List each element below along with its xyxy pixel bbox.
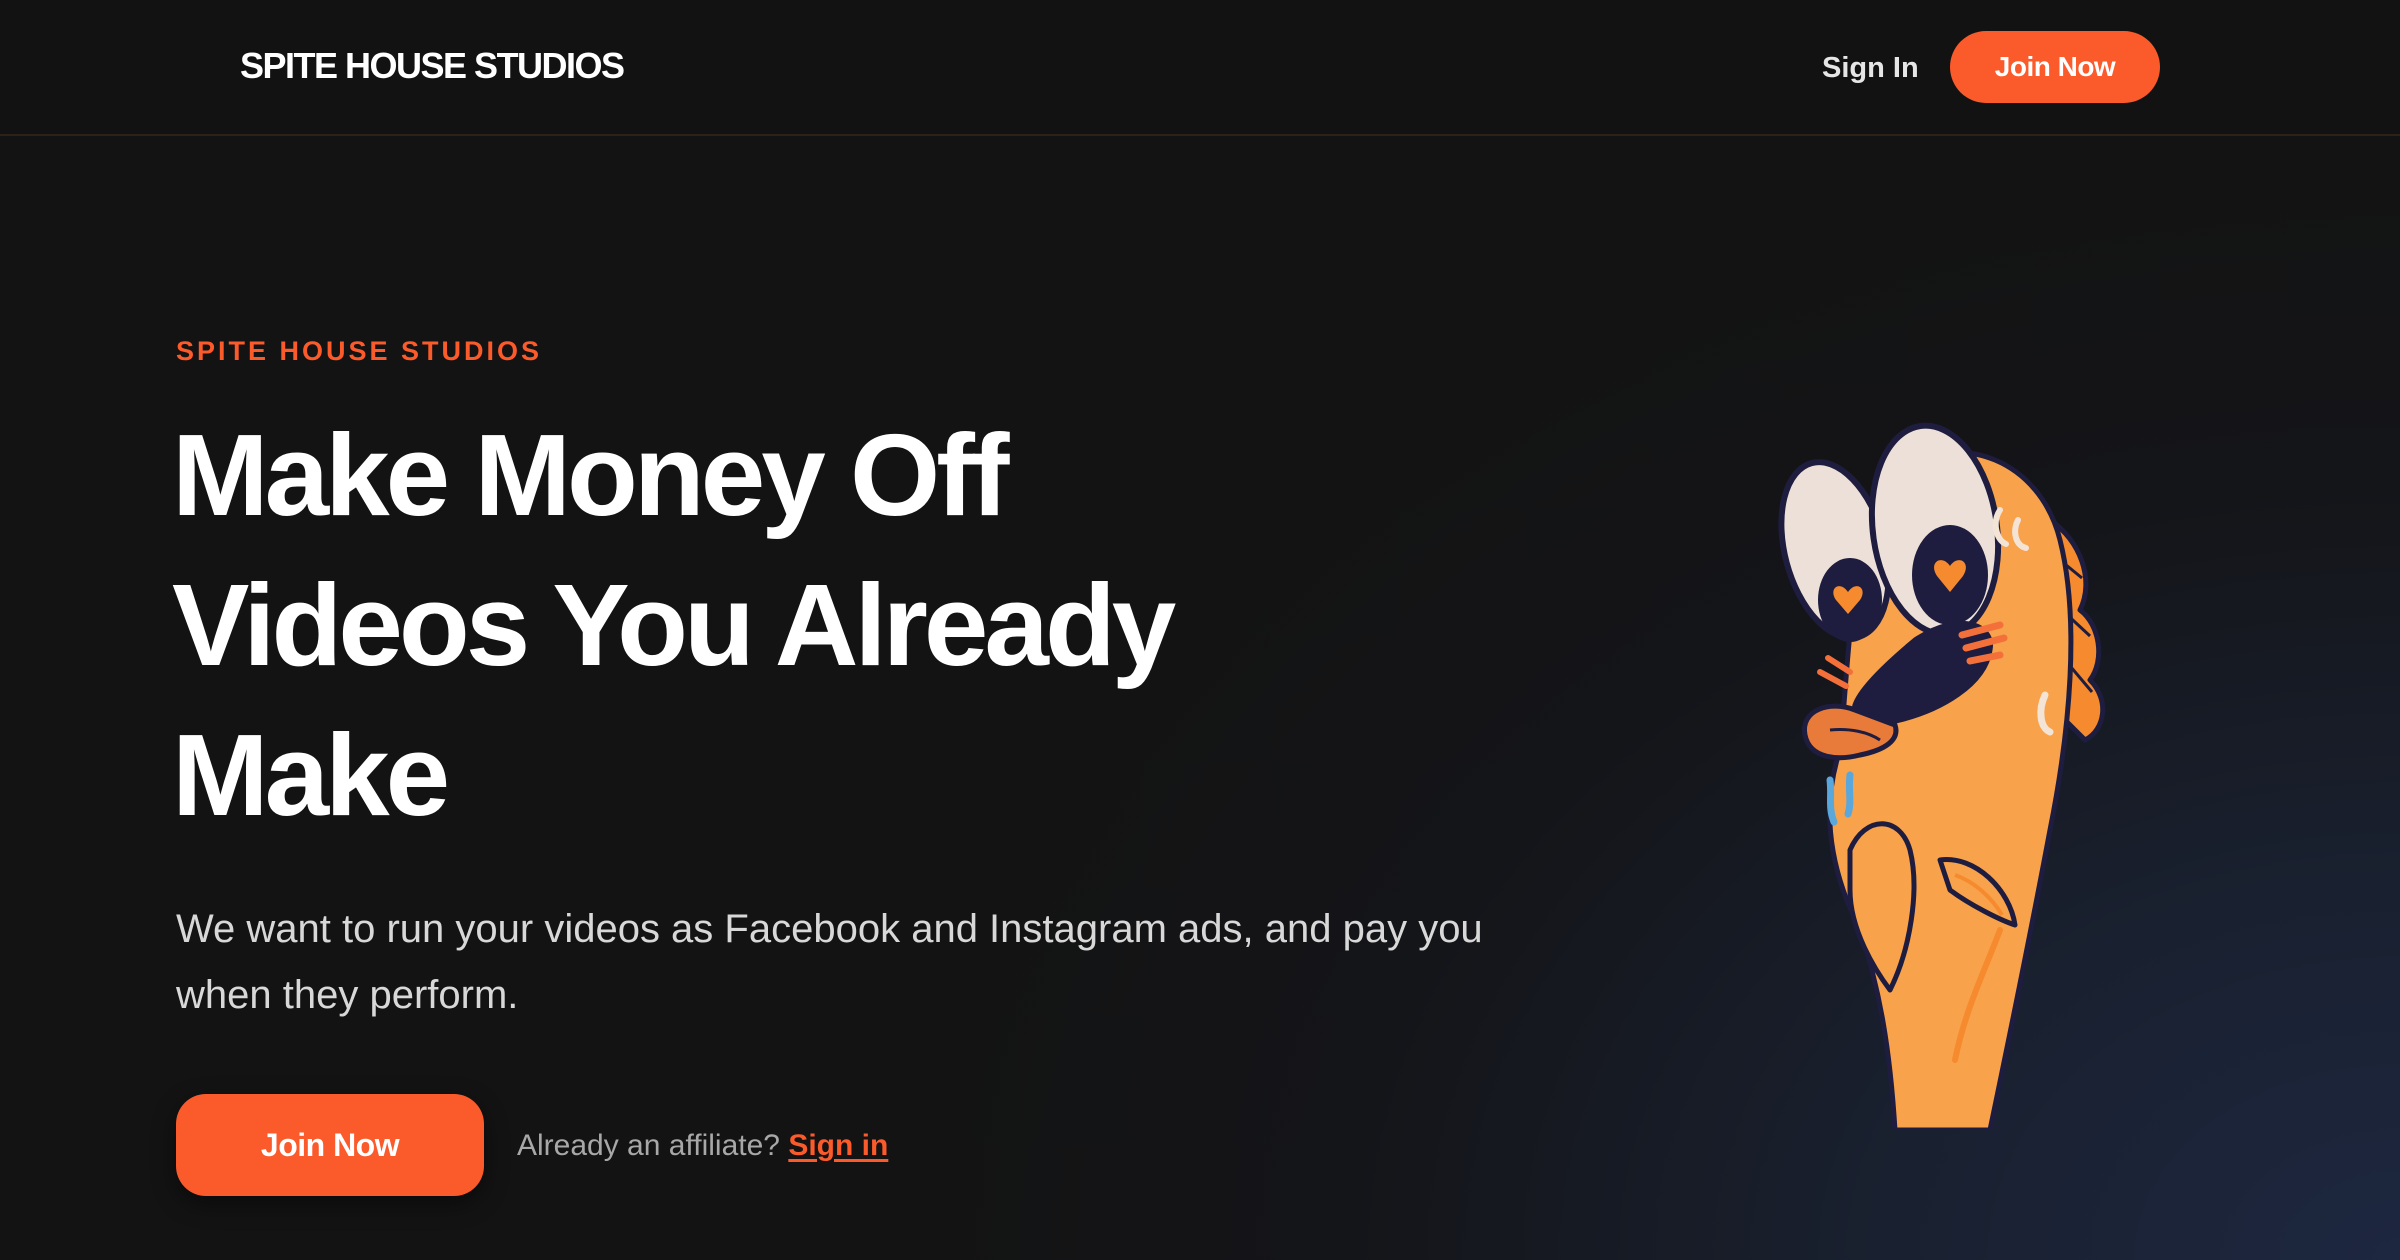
hero-headline-line: Make: [172, 710, 450, 840]
nav-sign-in-link[interactable]: Sign In: [1822, 48, 1919, 88]
landing-page: SPITE HOUSE STUDIOS Sign In Join Now SPI…: [0, 0, 2400, 1260]
affiliate-sign-in-link[interactable]: Sign in: [788, 1129, 888, 1162]
nav-join-now-button[interactable]: Join Now: [1950, 31, 2160, 103]
hero-subtext: We want to run your videos as Facebook a…: [176, 907, 1483, 1017]
top-navbar: SPITE HOUSE STUDIOS Sign In Join Now: [0, 0, 2400, 136]
affiliate-prompt: Already an affiliate? Sign in: [517, 1127, 888, 1165]
orange-fish-mascot-icon: [1700, 410, 2160, 1133]
hero-headline-line: Videos You Already: [172, 560, 1176, 690]
hero-headline: Make Money Off Videos You Already Make: [172, 400, 1472, 850]
hero-eyebrow: SPITE HOUSE STUDIOS: [176, 336, 543, 366]
hero-headline-line: Make Money Off: [172, 410, 1009, 540]
affiliate-prompt-text: Already an affiliate?: [517, 1129, 780, 1162]
hero-join-now-button[interactable]: Join Now: [176, 1094, 484, 1196]
brand-logo[interactable]: SPITE HOUSE STUDIOS: [240, 44, 625, 88]
